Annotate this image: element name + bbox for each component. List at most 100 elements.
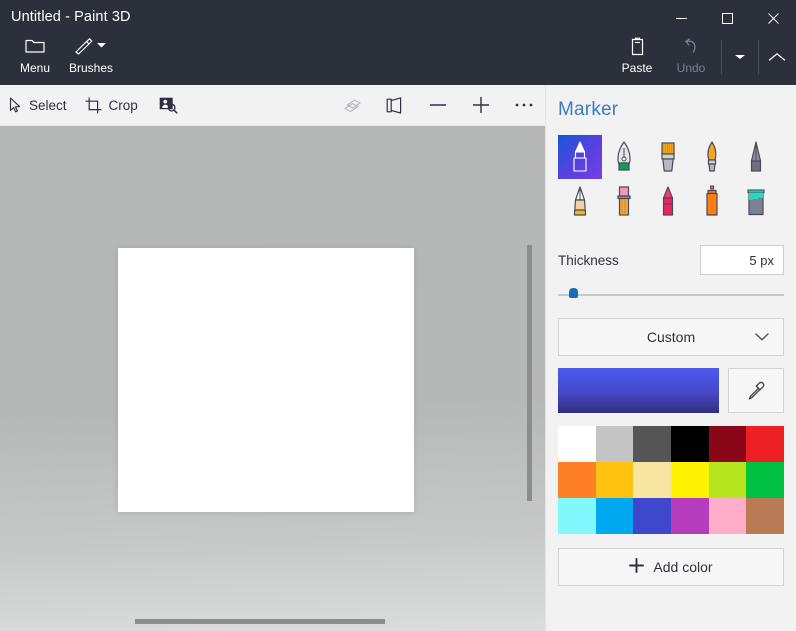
canvas-toolbar: Select Crop [0, 85, 545, 126]
paste-button[interactable]: Paste [610, 34, 664, 82]
color-swatch[interactable] [671, 462, 709, 498]
eyedropper-icon [746, 380, 767, 401]
brush-icon [74, 35, 108, 57]
close-button[interactable] [750, 0, 796, 36]
three-d-view-button[interactable] [330, 85, 373, 126]
eraser-icon [609, 184, 639, 218]
spray-can-icon [697, 184, 727, 218]
color-swatch[interactable] [633, 462, 671, 498]
pixel-pen-icon [741, 140, 771, 174]
brush-eraser[interactable] [602, 179, 646, 223]
plus-icon [472, 96, 490, 114]
brush-pencil[interactable] [558, 179, 602, 223]
color-swatch[interactable] [709, 462, 747, 498]
color-swatch[interactable] [671, 498, 709, 534]
ellipsis-icon [514, 102, 534, 108]
cursor-arrow-icon [9, 97, 22, 113]
color-swatch[interactable] [633, 498, 671, 534]
brushes-button[interactable]: Brushes [62, 34, 120, 82]
folder-icon [25, 35, 45, 57]
calligraphy-pen-icon [609, 140, 639, 174]
brush-grid [558, 135, 784, 223]
drawing-canvas[interactable] [118, 248, 414, 512]
color-swatch[interactable] [746, 498, 784, 534]
current-color-row [558, 368, 784, 413]
more-options-button[interactable] [502, 85, 545, 126]
color-preset-dropdown[interactable]: Custom [558, 318, 784, 356]
brush-crayon[interactable] [646, 179, 690, 223]
magic-select-icon [159, 97, 178, 114]
undo-button[interactable]: Undo [664, 34, 718, 82]
maximize-button[interactable] [704, 0, 750, 36]
color-preset-label: Custom [647, 329, 695, 345]
horizontal-scrollbar[interactable] [135, 619, 385, 624]
app-commands-left: Menu Brushes [8, 34, 120, 82]
color-swatch[interactable] [596, 462, 634, 498]
current-color-swatch[interactable] [558, 368, 719, 413]
thickness-slider-track [558, 294, 784, 296]
collapse-ribbon-button[interactable] [762, 34, 792, 80]
view-perspective-button[interactable] [373, 85, 416, 126]
brush-marker[interactable] [558, 135, 602, 179]
zoom-out-button[interactable] [416, 85, 459, 126]
command-separator-left [721, 40, 722, 74]
thickness-slider-thumb[interactable] [569, 288, 578, 298]
select-tool-button[interactable]: Select [0, 85, 76, 126]
add-color-button[interactable]: Add color [558, 548, 784, 586]
menu-label: Menu [20, 61, 50, 75]
color-swatch[interactable] [709, 498, 747, 534]
menu-button[interactable]: Menu [8, 34, 62, 82]
app-commands-right: Paste Undo [610, 34, 792, 82]
eyedropper-button[interactable] [728, 368, 784, 413]
thickness-slider[interactable] [558, 286, 784, 300]
brushes-label: Brushes [69, 61, 113, 75]
color-swatch[interactable] [671, 426, 709, 462]
crop-icon [85, 97, 102, 114]
three-d-stack-icon [342, 97, 361, 113]
brush-fill-bucket[interactable] [734, 179, 778, 223]
color-swatch[interactable] [596, 426, 634, 462]
color-swatch[interactable] [558, 462, 596, 498]
minus-icon [429, 96, 447, 114]
thickness-value: 5 px [749, 253, 774, 268]
select-label: Select [29, 98, 67, 113]
minimize-button[interactable] [658, 0, 704, 36]
chevron-down-icon [755, 333, 769, 342]
color-swatch[interactable] [633, 426, 671, 462]
more-commands-button[interactable] [725, 34, 755, 80]
panel-title: Marker [558, 99, 784, 121]
brush-watercolor-brush[interactable] [690, 135, 734, 179]
crop-tool-button[interactable]: Crop [76, 85, 147, 126]
color-swatch[interactable] [596, 498, 634, 534]
maximize-icon [722, 13, 733, 24]
undo-label: Undo [677, 61, 706, 75]
brush-oil-brush[interactable] [646, 135, 690, 179]
paint3d-window: Untitled - Paint 3D [0, 0, 796, 631]
title-bar: Untitled - Paint 3D [0, 0, 796, 85]
clipboard-icon [629, 35, 646, 57]
fill-bucket-icon [741, 184, 771, 218]
close-icon [768, 13, 779, 24]
vertical-scrollbar[interactable] [527, 245, 532, 501]
color-swatch-grid [558, 426, 784, 534]
window-controls [658, 0, 796, 36]
brush-pixel-pen[interactable] [734, 135, 778, 179]
magic-select-button[interactable] [147, 85, 190, 126]
thickness-input[interactable]: 5 px [700, 245, 784, 275]
brush-calligraphy-pen[interactable] [602, 135, 646, 179]
color-swatch[interactable] [558, 498, 596, 534]
zoom-in-button[interactable] [459, 85, 502, 126]
chevron-up-icon [768, 52, 786, 62]
brushes-panel: Marker [545, 85, 796, 631]
color-swatch[interactable] [558, 426, 596, 462]
command-separator-right [758, 40, 759, 74]
canvas-stage[interactable] [0, 126, 545, 631]
brush-spray-can[interactable] [690, 179, 734, 223]
undo-arrow-icon [681, 35, 701, 57]
watercolor-brush-icon [697, 140, 727, 174]
add-color-label: Add color [653, 559, 712, 575]
color-swatch[interactable] [746, 462, 784, 498]
perspective-frame-icon [386, 97, 404, 114]
color-swatch[interactable] [746, 426, 784, 462]
color-swatch[interactable] [709, 426, 747, 462]
